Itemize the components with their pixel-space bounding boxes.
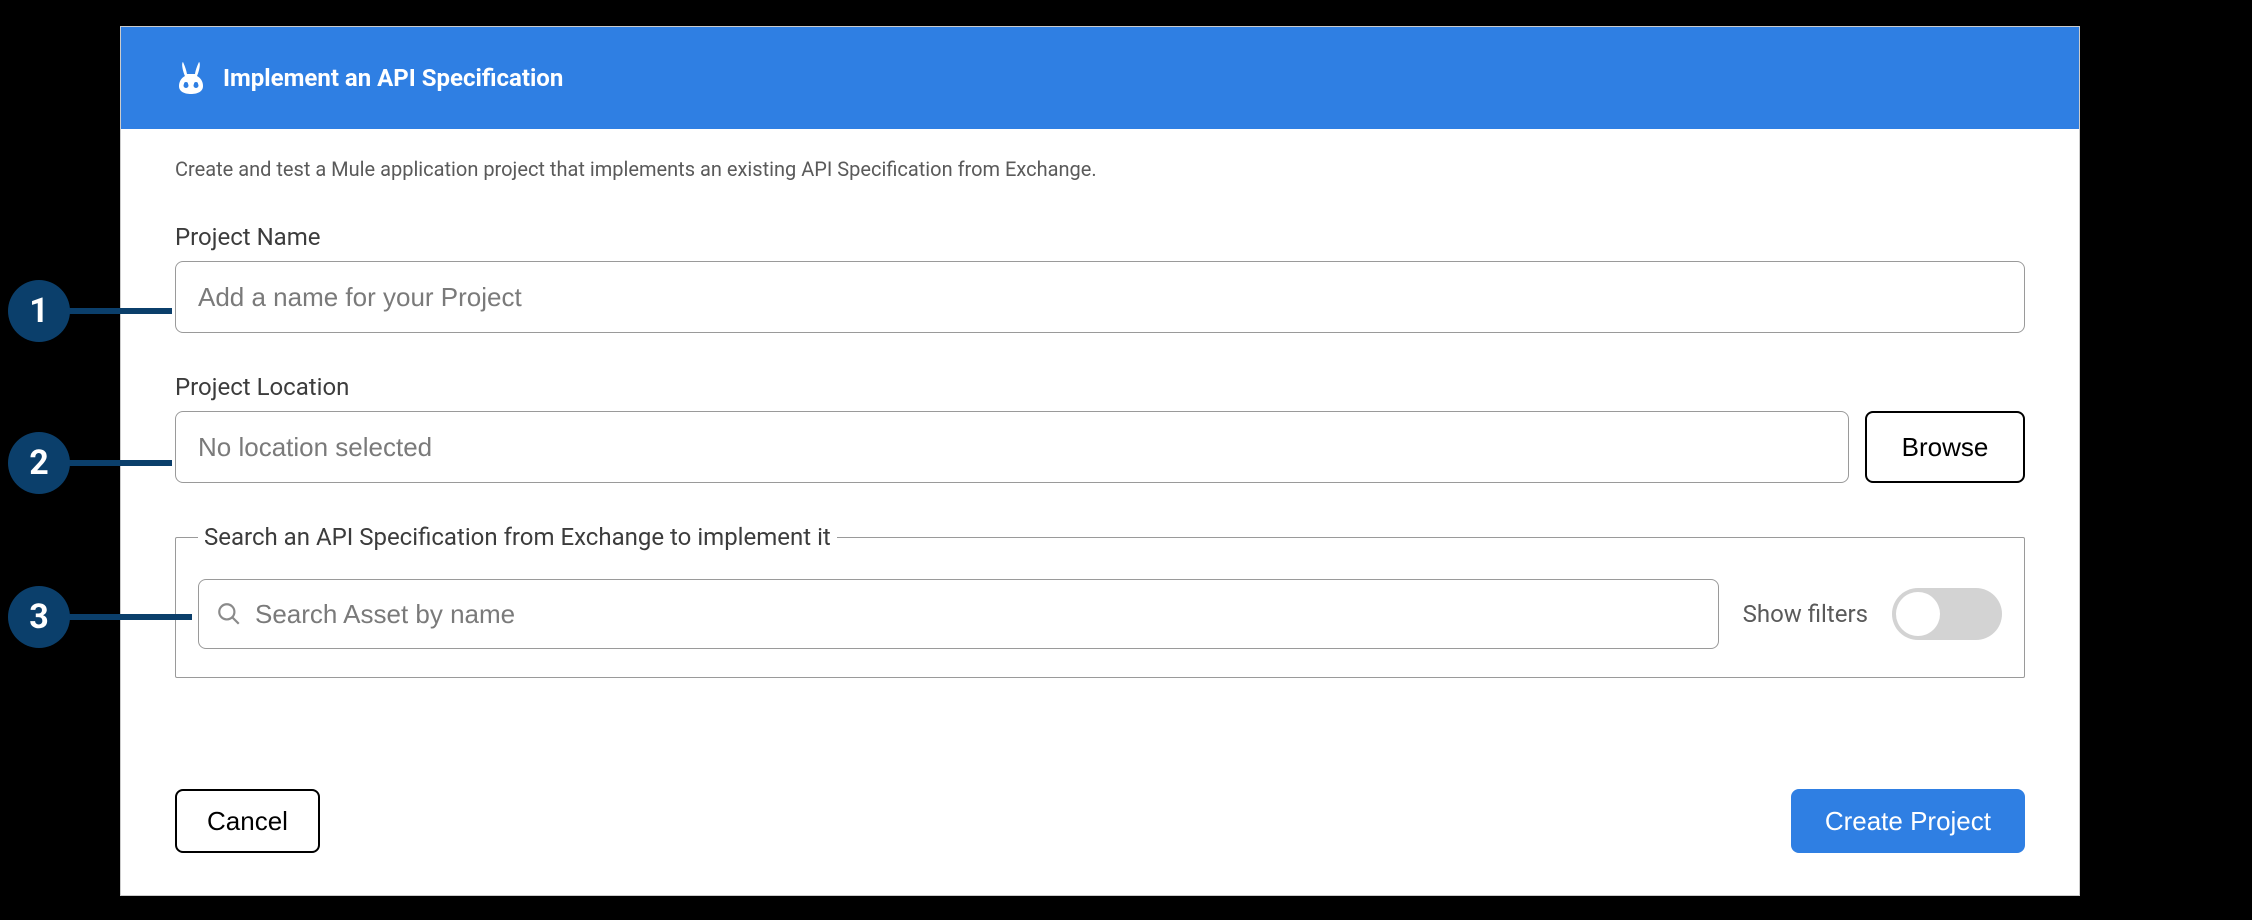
cancel-button[interactable]: Cancel	[175, 789, 320, 853]
project-location-input[interactable]	[175, 411, 1849, 483]
dialog-title: Implement an API Specification	[223, 64, 563, 92]
search-icon	[216, 601, 242, 627]
callout-2-label: 2	[29, 443, 49, 483]
dialog-description: Create and test a Mule application proje…	[175, 157, 2025, 181]
dialog-body: Create and test a Mule application proje…	[121, 129, 2079, 789]
project-name-label: Project Name	[175, 223, 2025, 251]
search-legend: Search an API Specification from Exchang…	[198, 523, 837, 551]
search-wrapper	[198, 579, 1719, 649]
project-name-input[interactable]	[175, 261, 2025, 333]
callout-line-2	[68, 460, 172, 466]
callout-3-label: 3	[29, 597, 49, 637]
show-filters-label: Show filters	[1743, 600, 1868, 628]
show-filters-toggle[interactable]	[1892, 588, 2002, 640]
create-project-button[interactable]: Create Project	[1791, 789, 2025, 853]
dialog-header: Implement an API Specification	[121, 27, 2079, 129]
project-location-section: Project Location Browse	[175, 373, 2025, 483]
dialog-footer: Cancel Create Project	[121, 789, 2079, 895]
callout-1: 1	[8, 280, 70, 342]
project-name-section: Project Name	[175, 223, 2025, 333]
project-location-label: Project Location	[175, 373, 2025, 401]
callout-line-1	[68, 308, 172, 314]
implement-api-dialog: Implement an API Specification Create an…	[120, 26, 2080, 896]
callout-3: 3	[8, 586, 70, 648]
search-asset-input[interactable]	[198, 579, 1719, 649]
toggle-knob	[1896, 592, 1940, 636]
callout-line-3	[68, 614, 192, 620]
mule-icon	[175, 60, 207, 96]
callout-2: 2	[8, 432, 70, 494]
callout-1-label: 1	[29, 291, 49, 331]
browse-button[interactable]: Browse	[1865, 411, 2025, 483]
search-fieldset: Search an API Specification from Exchang…	[175, 523, 2025, 678]
